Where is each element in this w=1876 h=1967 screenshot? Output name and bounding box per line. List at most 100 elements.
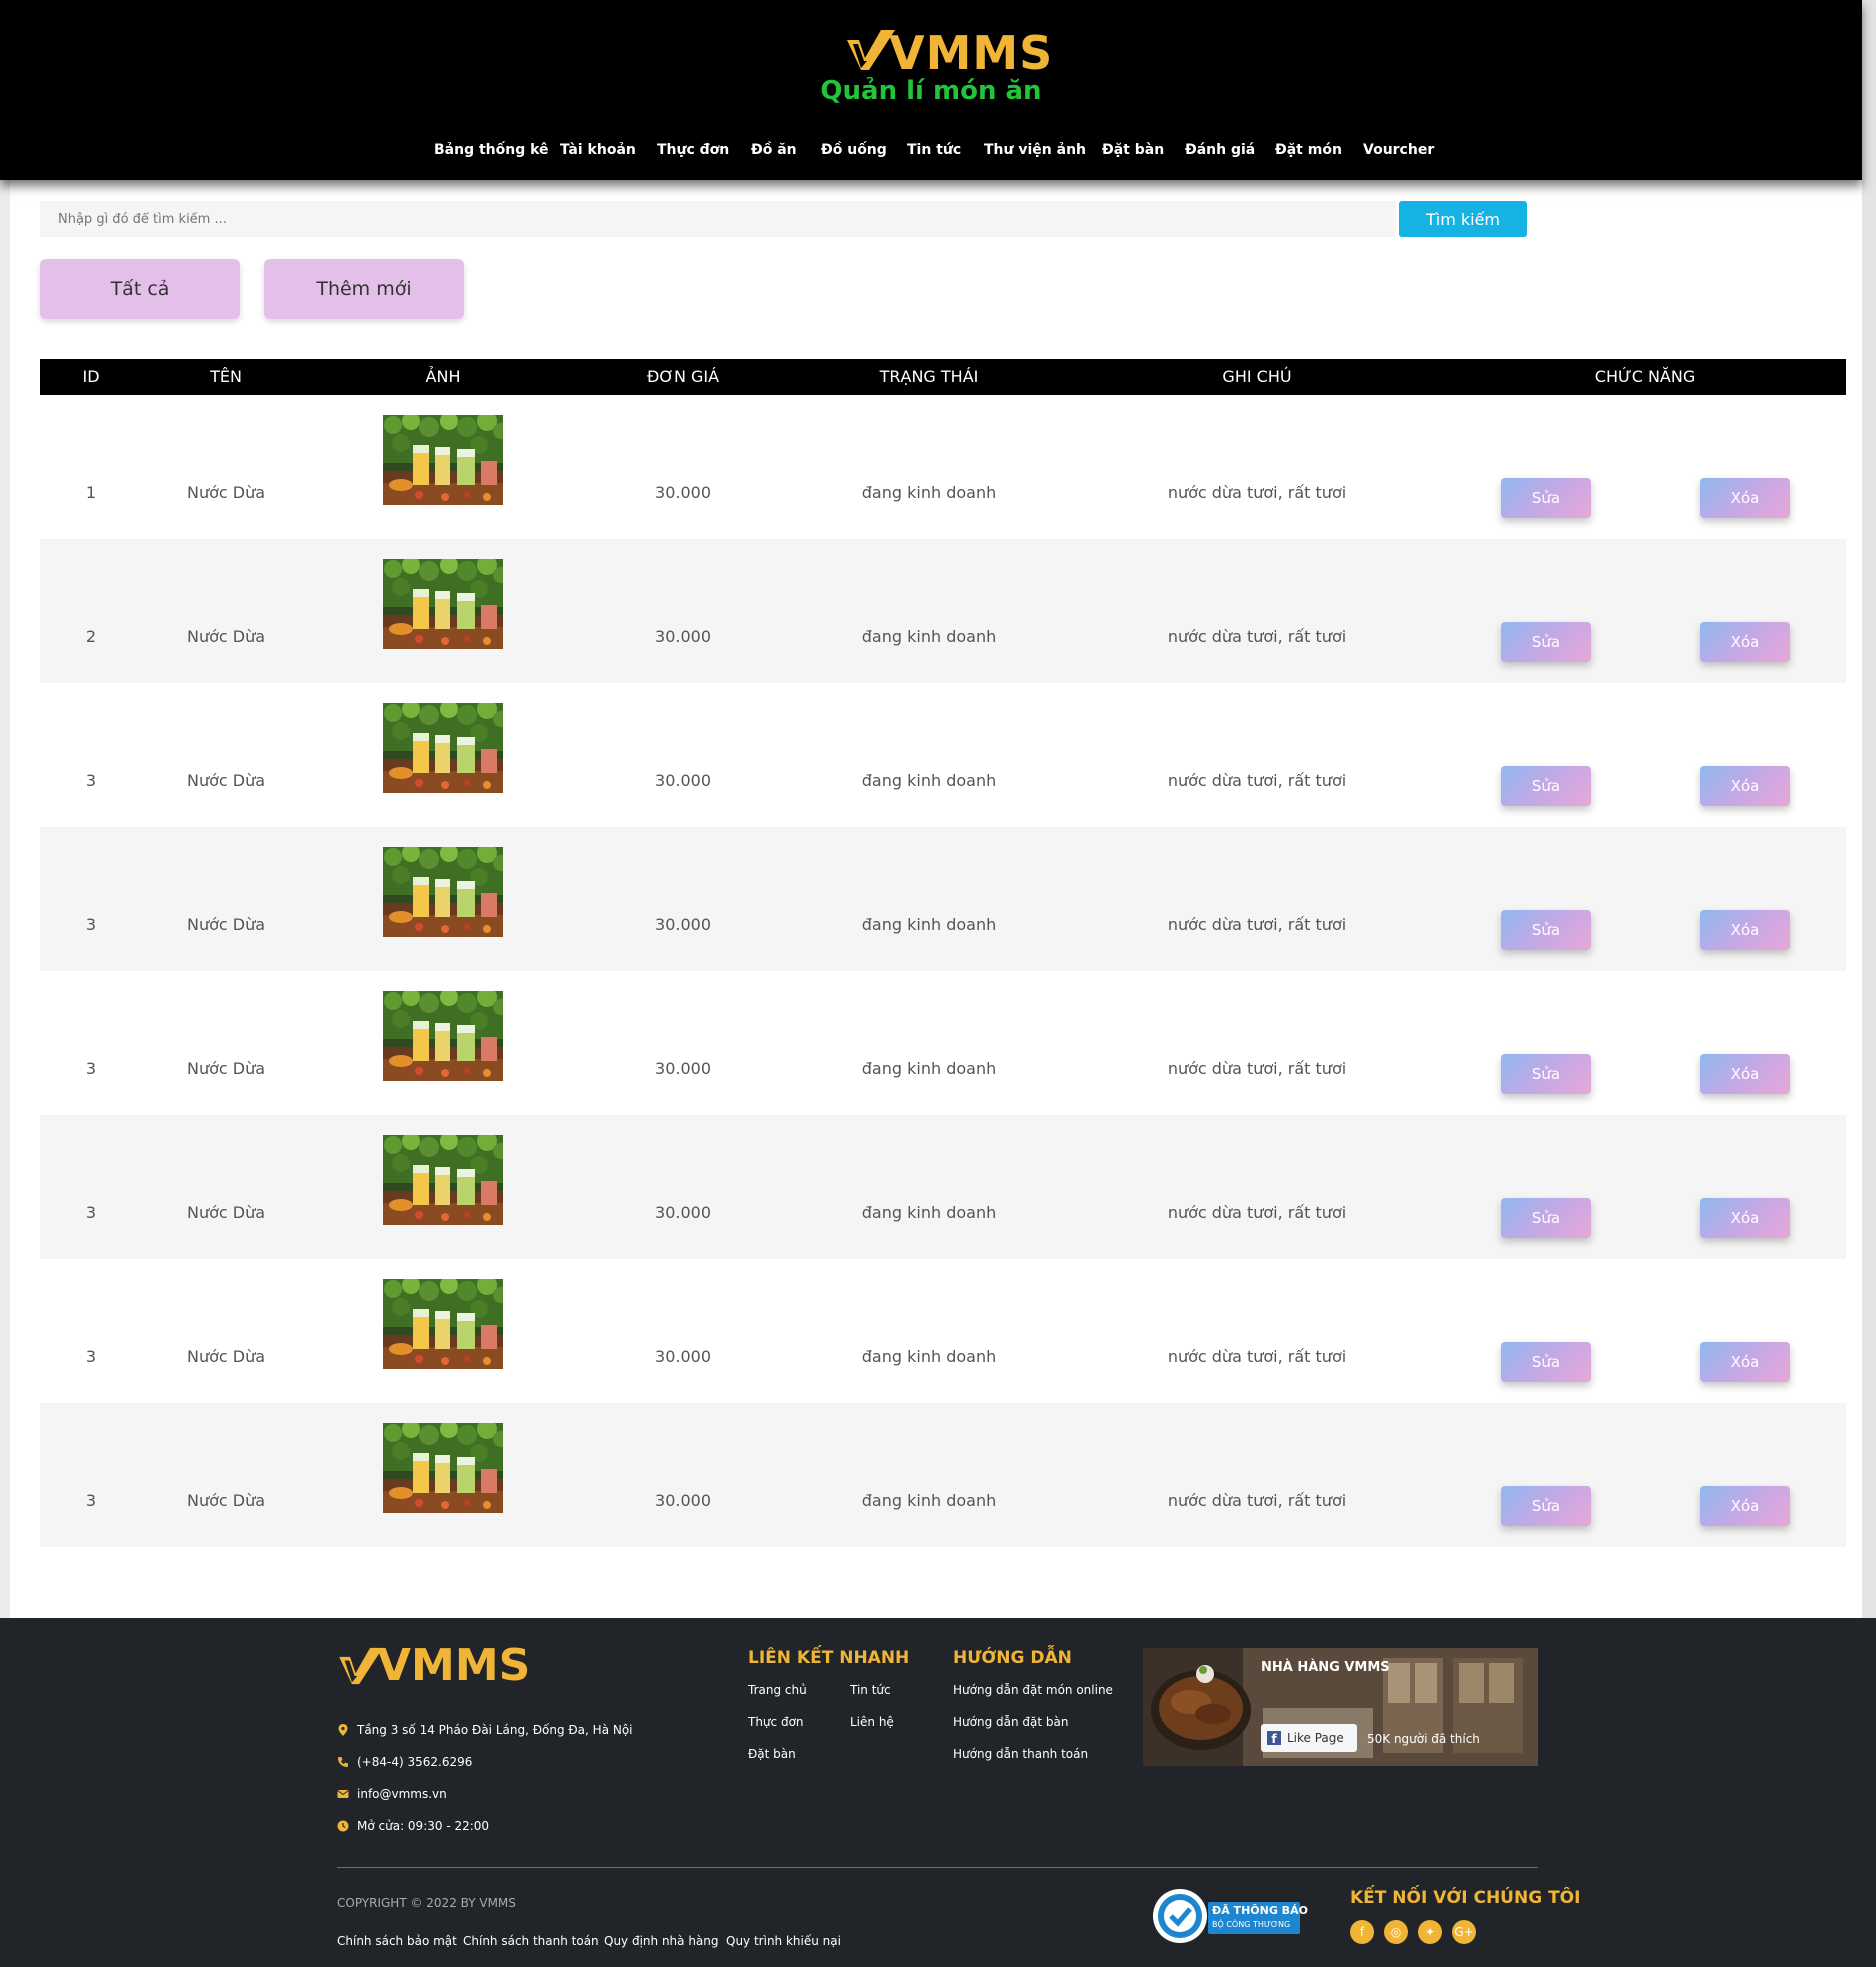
policy-link-rules[interactable]: Quy định nhà hàng — [604, 1934, 719, 1948]
cell-status: đang kinh doanh — [861, 1059, 997, 1078]
facebook-icon: f — [1267, 1731, 1281, 1746]
search-input[interactable] — [40, 201, 1396, 237]
delete-button[interactable]: Xóa — [1700, 1342, 1790, 1382]
fb-page-name[interactable]: NHÀ HÀNG VMMS — [1261, 1660, 1390, 1675]
footer-link-news[interactable]: Tin tức — [850, 1683, 891, 1697]
nav-item-voucher[interactable]: Vourcher — [1363, 142, 1434, 158]
site-header: VMMS Quản lí món ăn Bảng thống kê Tài kh… — [0, 0, 1862, 180]
cell-status: đang kinh doanh — [861, 1491, 997, 1510]
instagram-icon[interactable]: ◎ — [1384, 1920, 1408, 1944]
facebook-page-widget[interactable]: NHÀ HÀNG VMMS f Like Page 50K người đã t… — [1143, 1648, 1538, 1766]
drinks-photo — [383, 559, 503, 649]
edit-button[interactable]: Sửa — [1501, 1054, 1591, 1094]
edit-button[interactable]: Sửa — [1501, 622, 1591, 662]
connect-heading: KẾT NỐI VỚI CHÚNG TÔI — [1350, 1888, 1581, 1908]
table-row: 3 Nước Dừa 30.000 đang kinh doanh nước d… — [40, 683, 1846, 827]
guide-link-payment[interactable]: Hướng dẫn thanh toán — [953, 1747, 1088, 1761]
cell-name: Nước Dừa — [186, 771, 266, 790]
cell-note: nước dừa tươi, rất tươi — [1167, 1347, 1347, 1366]
edit-button[interactable]: Sửa — [1501, 910, 1591, 950]
cell-price: 30.000 — [655, 627, 711, 646]
cell-note: nước dừa tươi, rất tươi — [1167, 915, 1347, 934]
cell-status: đang kinh doanh — [861, 915, 997, 934]
nav-item-drinks[interactable]: Đồ uống — [821, 142, 887, 158]
badge-line2: BỘ CÔNG THƯƠNG — [1212, 1920, 1291, 1929]
footer-link-contact[interactable]: Liên hệ — [850, 1715, 894, 1729]
nav-item-food[interactable]: Đồ ăn — [751, 142, 797, 158]
table-row: 3 Nước Dừa 30.000 đang kinh doanh nước d… — [40, 827, 1846, 971]
fb-like-label: Like Page — [1287, 1731, 1344, 1745]
table-row: 3 Nước Dừa 30.000 đang kinh doanh nước d… — [40, 971, 1846, 1115]
location-icon — [338, 1724, 348, 1736]
col-header-name: TÊN — [210, 367, 242, 386]
fb-like-button[interactable]: f Like Page — [1261, 1724, 1357, 1752]
twitter-icon[interactable]: ✦ — [1418, 1920, 1442, 1944]
edit-button[interactable]: Sửa — [1501, 1486, 1591, 1526]
nav-item-orders[interactable]: Đặt món — [1275, 142, 1342, 158]
col-header-price: ĐƠN GIÁ — [646, 367, 720, 386]
policy-link-payment[interactable]: Chính sách thanh toán — [463, 1934, 599, 1948]
cell-status: đang kinh doanh — [861, 483, 997, 502]
footer-divider — [337, 1867, 1538, 1868]
cell-price: 30.000 — [655, 915, 711, 934]
cell-id: 3 — [85, 771, 97, 790]
footer-email[interactable]: info@vmms.vn — [357, 1787, 447, 1801]
table-row: 3 Nước Dừa 30.000 đang kinh doanh nước d… — [40, 1115, 1846, 1259]
cell-name: Nước Dừa — [186, 1203, 266, 1222]
delete-button[interactable]: Xóa — [1700, 766, 1790, 806]
cell-id: 3 — [85, 1203, 97, 1222]
policy-link-complaints[interactable]: Quy trình khiếu nại — [726, 1934, 841, 1948]
cell-price: 30.000 — [655, 771, 711, 790]
cell-name: Nước Dừa — [186, 915, 266, 934]
drinks-photo — [383, 1135, 503, 1225]
guide-link-booking[interactable]: Hướng dẫn đặt bàn — [953, 1715, 1068, 1729]
google-plus-icon[interactable]: G+ — [1452, 1920, 1476, 1944]
table-row: 2 Nước Dừa 30.000 đang kinh doanh nước d… — [40, 539, 1846, 683]
cell-note: nước dừa tươi, rất tươi — [1167, 771, 1347, 790]
cell-note: nước dừa tươi, rất tươi — [1167, 483, 1347, 502]
delete-button[interactable]: Xóa — [1700, 478, 1790, 518]
filter-all-button[interactable]: Tất cả — [40, 259, 240, 319]
verified-badge-icon — [1153, 1889, 1207, 1943]
footer-phone[interactable]: (+84-4) 3562.6296 — [357, 1755, 472, 1769]
cell-id: 3 — [85, 915, 97, 934]
search-button[interactable]: Tìm kiếm — [1399, 201, 1527, 237]
facebook-icon[interactable]: f — [1350, 1920, 1374, 1944]
copyright: COPYRIGHT © 2022 BY VMMS — [337, 1896, 516, 1910]
delete-button[interactable]: Xóa — [1700, 910, 1790, 950]
cell-id: 1 — [85, 483, 97, 502]
footer-link-home[interactable]: Trang chủ — [748, 1683, 807, 1697]
delete-button[interactable]: Xóa — [1700, 1198, 1790, 1238]
cell-note: nước dừa tươi, rất tươi — [1167, 1491, 1347, 1510]
brand-logo[interactable]: VMMS — [845, 28, 1052, 78]
add-new-button[interactable]: Thêm mới — [264, 259, 464, 319]
edit-button[interactable]: Sửa — [1501, 1198, 1591, 1238]
edit-button[interactable]: Sửa — [1501, 1342, 1591, 1382]
footer-link-menu[interactable]: Thực đơn — [748, 1715, 804, 1729]
edit-button[interactable]: Sửa — [1501, 766, 1591, 806]
nav-item-dashboard[interactable]: Bảng thống kê — [434, 142, 549, 158]
nav-item-reviews[interactable]: Đánh giá — [1185, 142, 1255, 158]
nav-item-accounts[interactable]: Tài khoản — [560, 142, 636, 158]
cell-name: Nước Dừa — [186, 1059, 266, 1078]
cell-status: đang kinh doanh — [861, 771, 997, 790]
drinks-photo — [383, 847, 503, 937]
delete-button[interactable]: Xóa — [1700, 1486, 1790, 1526]
nav-item-booking[interactable]: Đặt bàn — [1102, 142, 1164, 158]
nav-item-gallery[interactable]: Thư viện ảnh — [984, 142, 1086, 158]
guide-link-order-online[interactable]: Hướng dẫn đặt món online — [953, 1683, 1113, 1697]
footer-link-booking[interactable]: Đặt bàn — [748, 1747, 796, 1761]
ministry-badge[interactable]: ĐÃ THÔNG BÁO BỘ CÔNG THƯƠNG — [1152, 1888, 1308, 1944]
edit-button[interactable]: Sửa — [1501, 478, 1591, 518]
drinks-photo — [383, 991, 503, 1081]
cell-price: 30.000 — [655, 1059, 711, 1078]
phone-icon — [338, 1757, 348, 1767]
col-header-actions: CHỨC NĂNG — [1594, 367, 1696, 386]
policy-link-privacy[interactable]: Chính sách bảo mật — [337, 1934, 457, 1948]
col-header-id: ID — [82, 367, 100, 386]
delete-button[interactable]: Xóa — [1700, 622, 1790, 662]
nav-item-menu[interactable]: Thực đơn — [657, 142, 729, 158]
delete-button[interactable]: Xóa — [1700, 1054, 1790, 1094]
table-row: 3 Nước Dừa 30.000 đang kinh doanh nước d… — [40, 1403, 1846, 1547]
nav-item-news[interactable]: Tin tức — [907, 142, 961, 158]
